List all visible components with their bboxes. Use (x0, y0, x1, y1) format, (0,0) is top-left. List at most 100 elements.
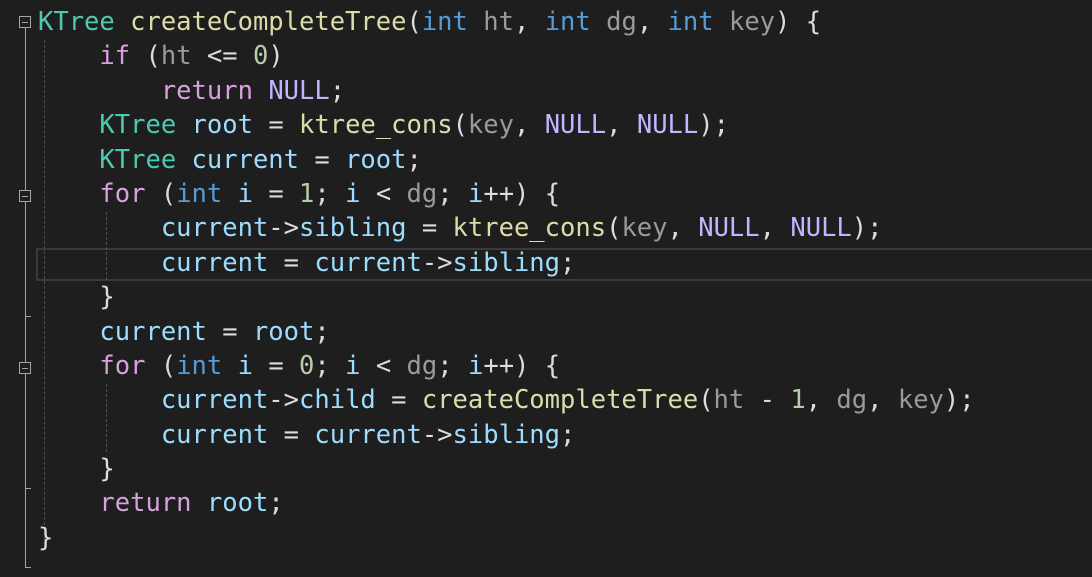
code-token: ++) { (483, 350, 561, 381)
code-token: for (99, 178, 146, 209)
code-token: = (252, 110, 300, 141)
code-token: ( (130, 41, 161, 72)
code-token: ); (698, 110, 729, 141)
code-token: ktree_cons (452, 213, 607, 244)
code-token: NULL (544, 110, 607, 141)
code-token: key (621, 213, 668, 244)
code-token: ( (606, 213, 622, 244)
code-text[interactable]: KTree createCompleteTree(int ht, int dg,… (38, 5, 975, 555)
code-token: current (160, 419, 269, 450)
code-token: - (744, 385, 791, 416)
code-line[interactable]: current->sibling = ktree_cons(key, NULL,… (38, 211, 975, 245)
code-editor[interactable]: KTree createCompleteTree(int ht, int dg,… (0, 0, 1092, 577)
code-line[interactable]: } (38, 521, 975, 555)
code-token: createCompleteTree (130, 7, 407, 37)
code-token: key (467, 110, 514, 141)
fold-toggle-minus-icon[interactable] (19, 362, 31, 374)
code-token: } (38, 282, 115, 313)
code-token: dg (606, 7, 637, 37)
code-token: ( (698, 385, 714, 416)
code-token: root (206, 488, 269, 519)
code-token: = (252, 350, 300, 381)
fold-range-line (25, 374, 26, 488)
code-token: = (299, 144, 346, 175)
code-line[interactable]: current = current->sibling; (38, 418, 975, 452)
code-token: KTree (38, 7, 115, 37)
code-token: ); (851, 213, 883, 244)
code-token: = (206, 316, 253, 347)
code-token: = (268, 419, 315, 450)
code-token: int (667, 7, 714, 37)
code-line[interactable]: for (int i = 0; i < dg; i++) { (38, 349, 975, 383)
code-token: NULL (790, 213, 852, 244)
code-line[interactable]: for (int i = 1; i < dg; i++) { (38, 177, 975, 211)
code-line[interactable]: } (38, 452, 975, 486)
code-token: if (99, 41, 131, 72)
code-line[interactable]: current = current->sibling; (38, 246, 975, 280)
code-token: current (314, 419, 422, 450)
code-token: int (421, 7, 468, 37)
fold-toggle-minus-icon[interactable] (19, 16, 31, 28)
code-token: sibling (452, 247, 561, 278)
code-token: int (176, 350, 223, 381)
code-token: , (513, 110, 545, 141)
code-token: createCompleteTree (421, 385, 699, 416)
code-line[interactable]: KTree createCompleteTree(int ht, int dg,… (38, 5, 975, 39)
code-token: = (252, 178, 300, 209)
code-token: dg (406, 350, 438, 381)
code-token: for (99, 350, 146, 381)
code-token: ++) { (483, 178, 561, 209)
fold-toggle-minus-icon[interactable] (19, 190, 31, 202)
code-line[interactable]: return NULL; (38, 74, 975, 108)
fold-range-line (25, 202, 26, 316)
code-token: key (897, 385, 944, 416)
code-line[interactable]: current = root; (38, 315, 975, 349)
code-token: , (667, 213, 699, 244)
code-token: ; (406, 144, 422, 175)
code-token: current (160, 385, 269, 416)
code-token: i (237, 350, 253, 381)
code-token: ( (406, 7, 422, 37)
code-token: current (99, 316, 207, 347)
code-token: return (99, 488, 192, 519)
code-token: 1 (299, 178, 315, 209)
fold-range-end (25, 488, 31, 489)
code-token: < (360, 178, 407, 209)
code-line[interactable]: return root; (38, 486, 975, 520)
code-token: = (268, 247, 315, 278)
code-token: , (513, 7, 545, 37)
code-token: -> (421, 247, 453, 278)
code-token: , (805, 385, 837, 416)
code-token: int (176, 178, 223, 209)
code-token: current (160, 247, 269, 278)
code-token: NULL (268, 75, 330, 106)
code-line[interactable]: if (ht <= 0) (38, 39, 975, 73)
code-token: = (375, 385, 422, 416)
code-token: ; (314, 316, 330, 347)
code-token: dg (406, 178, 438, 209)
code-token: key (728, 7, 776, 37)
code-token: } (38, 522, 54, 553)
code-token: i (467, 350, 484, 381)
code-token: ); (943, 385, 975, 416)
code-line[interactable]: KTree root = ktree_cons(key, NULL, NULL)… (38, 108, 975, 142)
code-token: root (191, 110, 253, 141)
code-line[interactable]: current->child = createCompleteTree(ht -… (38, 383, 975, 417)
code-line[interactable]: } (38, 280, 975, 314)
code-token: ) { (775, 7, 822, 37)
code-token: ht (160, 41, 192, 72)
code-line[interactable]: KTree current = root; (38, 143, 975, 177)
code-token: NULL (698, 213, 760, 244)
